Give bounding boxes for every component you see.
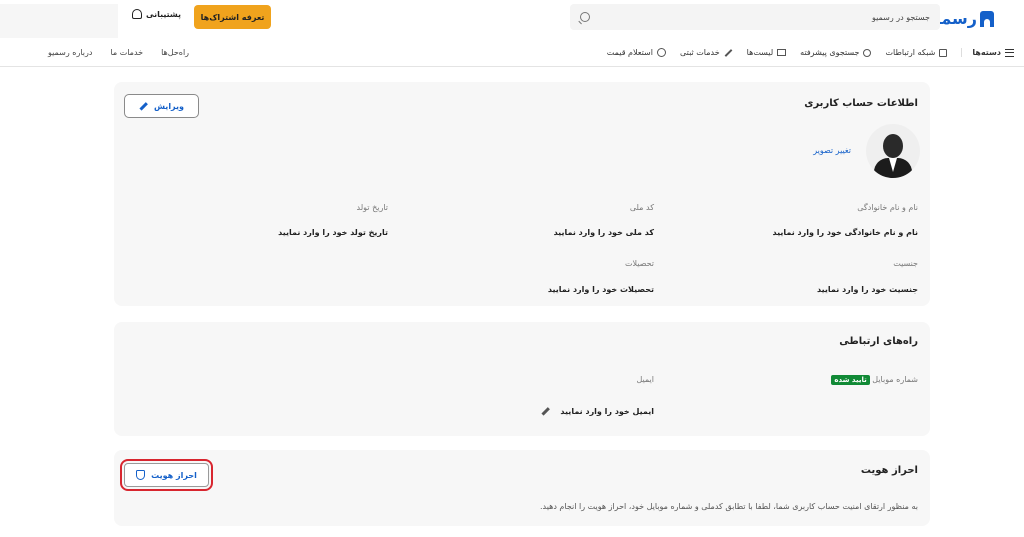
pencil-icon[interactable] bbox=[541, 407, 550, 416]
nav-item-price-inquiry[interactable]: استعلام قیمت bbox=[607, 48, 666, 57]
headset-icon bbox=[132, 9, 142, 19]
identity-verification-card: احراز هویت احراز هویت به منظور ارتقای ام… bbox=[114, 450, 930, 526]
name-value: نام و نام خانوادگی خود را وارد نمایید bbox=[772, 228, 918, 237]
change-photo-link[interactable]: تغییر تصویر bbox=[813, 146, 851, 155]
email-value[interactable]: ایمیل خود را وارد نمایید bbox=[541, 407, 654, 416]
identity-description: به منظور ارتقای امنیت حساب کاربری شما، ل… bbox=[539, 502, 918, 511]
mobile-label-text: شماره موبایل bbox=[872, 375, 918, 384]
education-label: تحصیلات bbox=[624, 259, 654, 268]
nav-item-label: استعلام قیمت bbox=[606, 48, 653, 57]
search-box[interactable] bbox=[570, 4, 940, 30]
national-code-label: کد ملی bbox=[629, 203, 654, 212]
gender-label: جنسیت bbox=[893, 259, 918, 268]
pencil-icon bbox=[139, 101, 148, 111]
list-icon bbox=[777, 49, 787, 56]
contact-methods-title: راه‌های ارتباطی bbox=[839, 336, 918, 347]
verify-identity-button[interactable]: احراز هویت bbox=[120, 459, 213, 491]
avatar bbox=[866, 124, 920, 178]
categories-menu[interactable]: دسته‌ها bbox=[961, 48, 1014, 57]
nav-bar: دسته‌ها شبکه ارتباطات جستجوی پیشرفته لیس… bbox=[0, 38, 1024, 67]
top-bar: رسمیو تعرفه اشتراک‌ها پشتیبانی bbox=[0, 0, 1024, 38]
support-label: پشتیبانی bbox=[146, 9, 182, 19]
nav-item-label: خدمات ثبتی bbox=[679, 48, 720, 57]
network-icon bbox=[939, 48, 948, 57]
edit-label: ویرایش bbox=[154, 101, 185, 111]
verified-badge: تایید شده bbox=[831, 375, 870, 385]
mobile-label: شماره موبایل تایید شده bbox=[827, 375, 918, 385]
email-value-text: ایمیل خود را وارد نمایید bbox=[560, 407, 654, 416]
secondary-nav: درباره رسمیو خدمات ما راه‌حل‌ها bbox=[48, 38, 189, 67]
contact-methods-card: راه‌های ارتباطی شماره موبایل تایید شده ا… bbox=[114, 322, 930, 436]
subscription-plans-button[interactable]: تعرفه اشتراک‌ها bbox=[194, 5, 271, 29]
email-label: ایمیل bbox=[636, 375, 654, 384]
main-nav: دسته‌ها شبکه ارتباطات جستجوی پیشرفته لیس… bbox=[607, 38, 1014, 67]
nav-item-label: جستجوی پیشرفته bbox=[800, 48, 860, 57]
support-link[interactable]: پشتیبانی bbox=[132, 9, 181, 19]
nav-item-registration-services[interactable]: خدمات ثبتی bbox=[680, 48, 733, 57]
nav-item-label: شبکه ارتباطات bbox=[885, 48, 936, 57]
nav-item-label: لیست‌ها bbox=[746, 48, 774, 57]
nav-item-solutions[interactable]: راه‌حل‌ها bbox=[161, 48, 189, 57]
categories-label: دسته‌ها bbox=[972, 48, 1001, 57]
menu-icon bbox=[1005, 48, 1014, 57]
edit-button[interactable]: ویرایش bbox=[124, 94, 199, 118]
account-info-card: اطلاعات حساب کاربری ویرایش تغییر تصویر ن… bbox=[114, 82, 930, 306]
logo-icon bbox=[980, 10, 994, 27]
avatar-head bbox=[883, 134, 903, 158]
verify-identity-label: احراز هویت bbox=[151, 470, 197, 480]
search-input[interactable] bbox=[630, 12, 930, 22]
nav-item-advanced-search[interactable]: جستجوی پیشرفته bbox=[800, 48, 872, 57]
education-value: تحصیلات خود را وارد نمایید bbox=[547, 285, 654, 294]
gender-value: جنسیت خود را وارد نمایید bbox=[817, 285, 918, 294]
nav-item-our-services[interactable]: خدمات ما bbox=[110, 48, 143, 57]
nav-item-lists[interactable]: لیست‌ها bbox=[747, 48, 787, 57]
account-info-title: اطلاعات حساب کاربری bbox=[804, 98, 918, 109]
nav-item-network[interactable]: شبکه ارتباطات bbox=[885, 48, 948, 57]
name-label: نام و نام خانوادگی bbox=[857, 203, 918, 212]
birth-date-label: تاریخ تولد bbox=[356, 203, 388, 212]
shield-icon bbox=[136, 470, 146, 480]
coin-icon bbox=[656, 48, 666, 57]
search-icon bbox=[863, 48, 872, 57]
national-code-value: کد ملی خود را وارد نمایید bbox=[553, 228, 654, 237]
user-area[interactable] bbox=[0, 4, 118, 38]
search-icon[interactable] bbox=[580, 12, 590, 22]
birth-date-value: تاریخ تولد خود را وارد نمایید bbox=[278, 228, 388, 237]
pen-icon bbox=[724, 48, 733, 57]
identity-verification-title: احراز هویت bbox=[860, 465, 918, 476]
nav-item-about[interactable]: درباره رسمیو bbox=[48, 48, 92, 57]
